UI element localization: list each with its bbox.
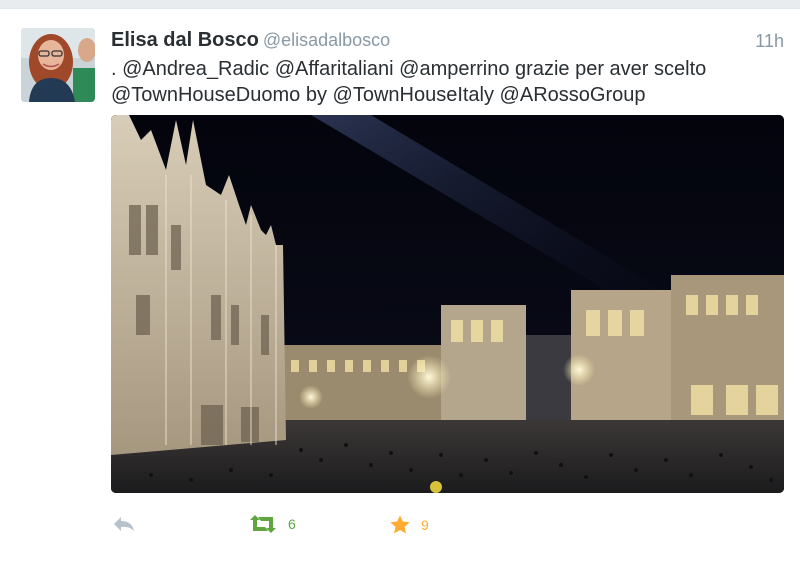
piazza-duomo-night-photo bbox=[111, 115, 784, 493]
retweet-count: 6 bbox=[288, 516, 296, 532]
avatar[interactable] bbox=[21, 28, 95, 102]
retweet-icon bbox=[250, 515, 276, 533]
reply-button[interactable] bbox=[111, 514, 137, 534]
author-name[interactable]: Elisa dal Bosco bbox=[111, 29, 259, 51]
favorite-count: 9 bbox=[421, 517, 429, 533]
tweet-text: . @Andrea_Radic @Affaritaliani @amperrin… bbox=[111, 58, 707, 106]
retweet-button[interactable]: 6 bbox=[248, 514, 296, 534]
favorite-button[interactable]: 9 bbox=[389, 514, 429, 536]
author-line[interactable]: Elisa dal Bosco @elisadalbosco bbox=[111, 29, 390, 52]
tweet-photo[interactable] bbox=[111, 115, 784, 493]
tweet-actions: 6 9 bbox=[111, 514, 711, 544]
reply-icon bbox=[114, 517, 134, 531]
star-icon bbox=[390, 515, 410, 534]
author-handle[interactable]: @elisadalbosco bbox=[263, 30, 390, 50]
avatar-photo bbox=[21, 28, 95, 102]
tweet-timestamp[interactable]: 11h bbox=[755, 31, 784, 52]
tweet-card[interactable]: Elisa dal Bosco @elisadalbosco 11h . @And… bbox=[0, 8, 800, 564]
